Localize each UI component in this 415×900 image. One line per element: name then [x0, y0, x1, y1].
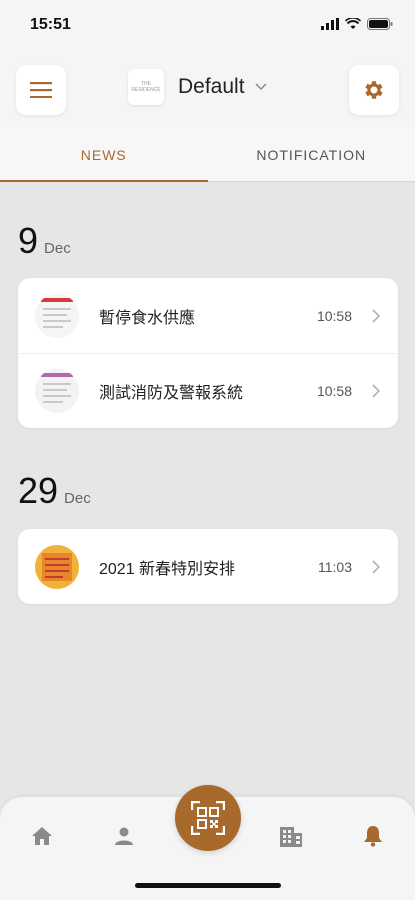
qr-scan-button[interactable] — [175, 785, 241, 851]
news-time: 10:58 — [316, 383, 352, 399]
news-thumbnail — [35, 544, 79, 589]
news-item[interactable]: 2021 新春特別安排 11:03 — [18, 529, 398, 604]
battery-icon — [367, 18, 393, 30]
status-bar: 15:51 — [0, 0, 415, 52]
app-header: THE RESIDENCE Default — [0, 52, 415, 128]
news-title: 2021 新春特別安排 — [99, 560, 236, 578]
chevron-right-icon — [372, 559, 380, 574]
qr-code-icon — [191, 801, 225, 835]
chevron-right-icon — [372, 308, 380, 323]
news-title: 暫停食水供應 — [99, 309, 196, 327]
date-month: Dec — [64, 490, 91, 507]
signal-icon — [321, 18, 339, 30]
nav-notifications[interactable] — [358, 821, 388, 851]
bell-icon — [364, 826, 382, 847]
date-day: 29 — [18, 470, 59, 511]
date-day: 9 — [18, 220, 39, 261]
wifi-icon — [345, 18, 361, 29]
news-item[interactable]: 暫停食水供應 10:58 — [18, 278, 398, 353]
page-title: Default — [178, 75, 245, 98]
news-thumbnail — [35, 369, 79, 413]
settings-button[interactable] — [349, 65, 399, 115]
person-icon — [115, 827, 133, 845]
news-thumbnail — [35, 293, 79, 338]
gear-icon — [365, 81, 383, 99]
menu-button[interactable] — [16, 65, 66, 115]
date-month: Dec — [44, 240, 71, 257]
date-header: 9 Dec — [18, 220, 71, 262]
news-title: 測試消防及警報系統 — [99, 385, 244, 402]
date-header: 29 Dec — [18, 470, 91, 512]
home-indicator — [135, 883, 281, 888]
status-icons — [321, 18, 393, 30]
property-logo-text: THE RESIDENCE — [131, 81, 161, 93]
nav-building[interactable] — [276, 821, 306, 851]
news-card: 2021 新春特別安排 11:03 — [18, 529, 398, 604]
news-time: 10:58 — [316, 307, 352, 324]
building-icon — [280, 827, 302, 847]
property-selector[interactable]: THE RESIDENCE Default — [128, 69, 267, 105]
tab-bar: NEWS NOTIFICATION — [0, 128, 415, 182]
chevron-right-icon — [372, 384, 380, 398]
news-item[interactable]: 測試消防及警報系統 10:58 — [18, 353, 398, 428]
news-time: 11:03 — [318, 558, 352, 575]
nav-home[interactable] — [27, 821, 57, 851]
chevron-down-icon — [255, 83, 267, 91]
nav-profile[interactable] — [109, 821, 139, 851]
tab-news[interactable]: NEWS — [0, 128, 208, 182]
property-logo: THE RESIDENCE — [128, 69, 164, 105]
news-card: 暫停食水供應 10:58 測試消防及警報系統 10:58 — [18, 278, 398, 428]
status-time: 15:51 — [30, 16, 71, 33]
hamburger-icon — [30, 82, 52, 98]
home-icon — [32, 827, 52, 845]
tab-notification[interactable]: NOTIFICATION — [208, 128, 415, 181]
